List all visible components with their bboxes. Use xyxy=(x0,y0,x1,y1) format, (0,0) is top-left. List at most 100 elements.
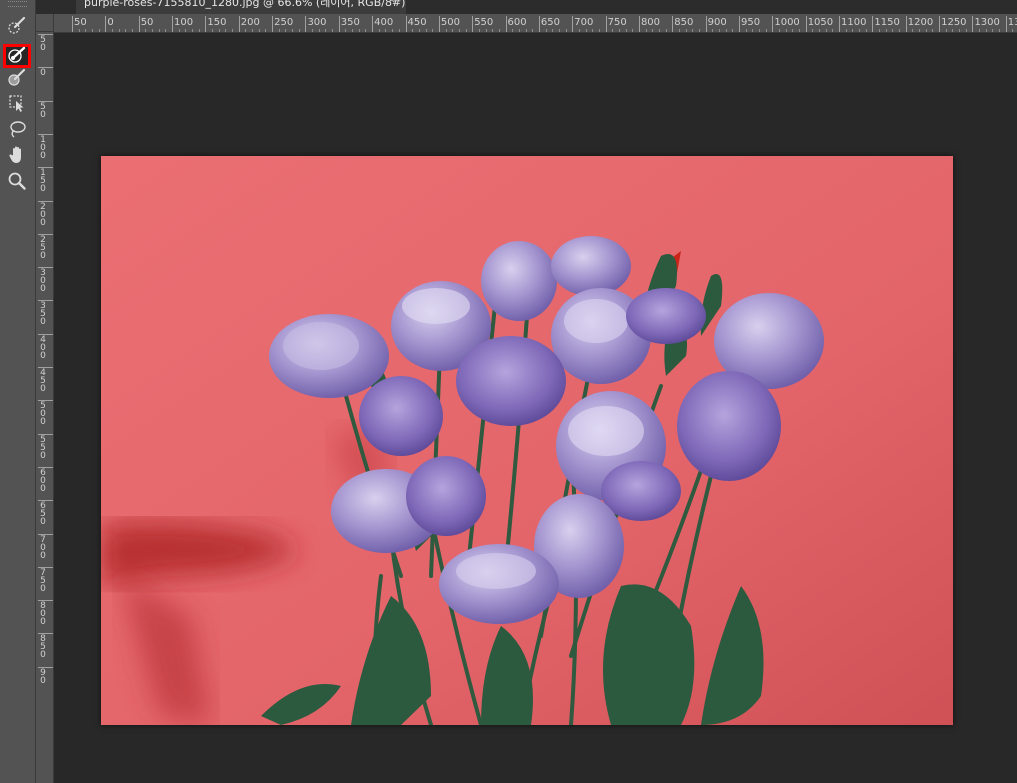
quick-selection-brush-icon xyxy=(7,15,27,39)
ruler-minor-tick xyxy=(418,29,420,32)
ruler-origin[interactable] xyxy=(36,14,54,32)
ruler-minor-tick xyxy=(78,29,80,32)
ruler-minor-tick xyxy=(578,29,580,32)
ruler-minor-tick xyxy=(825,29,827,32)
ruler-minor-tick xyxy=(332,29,334,32)
ruler-minor-tick xyxy=(585,29,587,32)
mixer-brush-tool[interactable] xyxy=(3,67,31,91)
close-icon[interactable]: × xyxy=(388,0,396,6)
ruler-tick-label: 300 xyxy=(307,17,327,28)
ruler-tick xyxy=(72,16,73,32)
ruler-tick xyxy=(172,16,174,32)
ruler-minor-tick xyxy=(452,29,454,32)
ruler-tick xyxy=(105,16,107,32)
ruler-minor-tick xyxy=(885,29,887,32)
ruler-tick xyxy=(38,100,53,102)
ruler-tick xyxy=(38,500,53,502)
ruler-minor-tick xyxy=(765,29,767,32)
ruler-tick xyxy=(38,367,53,368)
ruler-minor-tick xyxy=(512,29,514,32)
ruler-tick-label: 450 xyxy=(407,17,427,28)
ruler-tick xyxy=(739,16,740,32)
ruler-tick-label: 150 xyxy=(207,17,227,28)
ruler-minor-tick xyxy=(692,29,694,32)
ruler-minor-tick xyxy=(879,29,881,32)
ruler-tick xyxy=(38,400,53,402)
ruler-tick-label: 1 5 0 xyxy=(40,168,46,195)
zoom-tool[interactable] xyxy=(3,171,31,195)
ruler-tick-label: 500 xyxy=(440,17,460,28)
ruler-tick-label: 750 xyxy=(607,17,627,28)
ruler-tick-label: 1200 xyxy=(907,17,934,28)
ruler-minor-tick xyxy=(132,29,134,32)
ruler-minor-tick xyxy=(718,29,720,32)
ruler-tick-label: 650 xyxy=(540,17,560,28)
ruler-tick xyxy=(672,16,674,32)
ruler-tick-label: 1 0 0 xyxy=(40,134,46,161)
ruler-minor-tick xyxy=(959,29,961,32)
ruler-tick-label: 1100 xyxy=(841,17,867,28)
ruler-minor-tick xyxy=(632,29,634,32)
ruler-minor-tick xyxy=(752,29,754,32)
ruler-minor-tick xyxy=(545,29,547,32)
ruler-minor-tick xyxy=(85,29,87,32)
ruler-tick-label: 1000 xyxy=(774,17,800,28)
horizontal-ruler[interactable]: 50 0 50 100 150 200 250 300 350 400 450 500 550 600 65… xyxy=(54,14,1017,33)
ruler-minor-tick xyxy=(732,29,734,32)
ruler-tick xyxy=(1005,16,1007,32)
quick-selection-brush-tool[interactable] xyxy=(3,15,31,39)
ruler-tick xyxy=(38,233,53,235)
ruler-tick-label: 5 0 xyxy=(40,35,46,53)
ruler-minor-tick xyxy=(785,29,787,32)
ruler-minor-tick xyxy=(158,29,160,32)
object-selection-tool[interactable] xyxy=(3,93,31,117)
toolbar-grip[interactable] xyxy=(8,1,27,7)
ruler-tick-label: 4 5 0 xyxy=(40,368,46,394)
ruler-tick xyxy=(38,67,53,69)
document-image[interactable] xyxy=(101,156,953,725)
ruler-tick xyxy=(38,300,53,302)
ruler-minor-tick xyxy=(145,29,147,32)
ruler-tick xyxy=(38,34,53,35)
ruler-minor-tick xyxy=(779,29,781,32)
ruler-tick xyxy=(772,16,774,32)
ruler-tick xyxy=(972,16,974,32)
ruler-minor-tick xyxy=(112,29,114,32)
mixer-brush-icon xyxy=(7,67,27,91)
ruler-minor-tick xyxy=(892,29,894,32)
ruler-minor-tick xyxy=(945,29,947,32)
ruler-tick-label: 7 5 0 xyxy=(40,567,46,594)
ruler-minor-tick xyxy=(652,29,654,32)
ruler-tick xyxy=(38,167,53,169)
ruler-minor-tick xyxy=(618,29,620,32)
vertical-ruler[interactable]: 5 0 0 5 0 1 0 0 1 5 0 2 0 0 2 5 0 3 0 0 3 5 0 4 0… xyxy=(36,32,54,783)
ruler-minor-tick xyxy=(859,29,861,32)
ruler-tick-label: 5 5 0 xyxy=(40,434,46,461)
ruler-minor-tick xyxy=(932,29,934,32)
ruler-tick xyxy=(872,16,874,32)
lasso-tool[interactable] xyxy=(3,119,31,143)
brush-tool[interactable] xyxy=(3,44,31,68)
ruler-minor-tick xyxy=(325,29,327,32)
ruler-tick-label: 850 xyxy=(674,17,694,28)
ruler-tick-label: 950 xyxy=(741,17,761,28)
ruler-tick xyxy=(38,333,53,335)
ruler-minor-tick xyxy=(819,29,821,32)
ruler-minor-tick xyxy=(592,29,594,32)
ruler-tick-label: 1250 xyxy=(941,17,967,28)
ruler-minor-tick xyxy=(912,29,914,32)
ruler-minor-tick xyxy=(298,29,300,32)
ruler-minor-tick xyxy=(992,29,994,32)
ruler-minor-tick xyxy=(485,29,487,32)
ruler-minor-tick xyxy=(125,29,127,32)
ruler-minor-tick xyxy=(952,29,954,32)
ruler-tick xyxy=(38,600,53,602)
ruler-minor-tick xyxy=(965,29,967,32)
ruler-tick xyxy=(705,16,707,32)
ruler-tick-label: 4 0 0 xyxy=(40,334,46,361)
hand-tool[interactable] xyxy=(3,145,31,169)
ruler-tick xyxy=(38,133,53,135)
document-tab[interactable]: purple-roses-7155810_1280.jpg @ 66.6% (레… xyxy=(76,0,406,14)
ruler-minor-tick xyxy=(799,29,801,32)
ruler-tick xyxy=(305,16,307,32)
